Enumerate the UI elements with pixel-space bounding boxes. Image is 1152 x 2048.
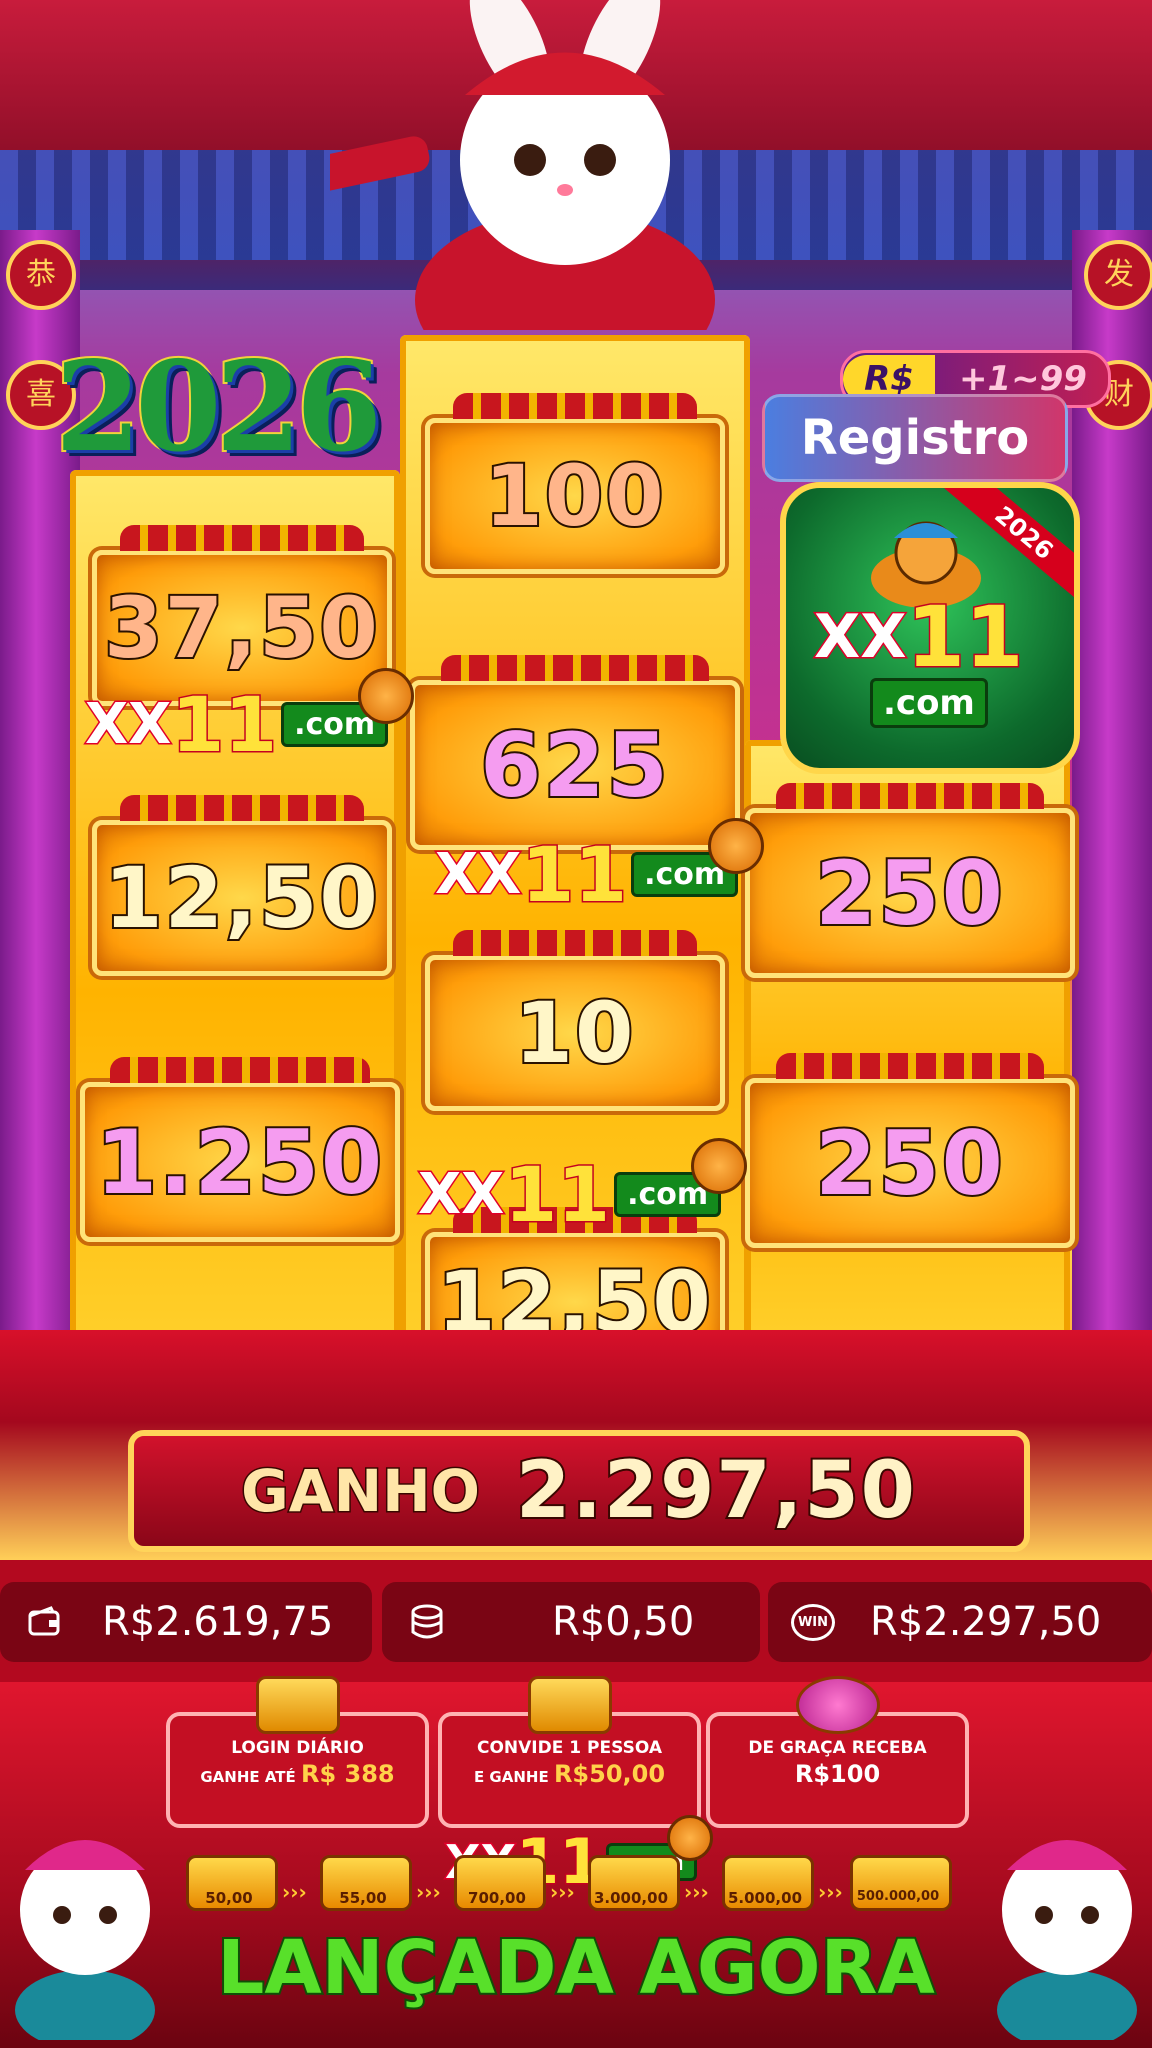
chevron-right-icon: ››› bbox=[684, 1880, 709, 1904]
promo-free[interactable]: DE GRAÇA RECEBA R$100 bbox=[706, 1676, 969, 1828]
reel-symbol: 250 bbox=[745, 1053, 1075, 1248]
promo-subtitle: GANHE ATÉ R$ 388 bbox=[200, 1760, 395, 1788]
watermark-logo: XX 11 .com bbox=[83, 667, 415, 771]
watermark-xx: XX bbox=[83, 691, 172, 759]
win-display: WIN R$2.297,50 bbox=[768, 1582, 1152, 1662]
symbol-value: 10 bbox=[513, 982, 636, 1084]
reel-symbol: 100 bbox=[425, 393, 725, 574]
symbol-value: 625 bbox=[478, 712, 670, 819]
brand-tld: .com bbox=[870, 678, 988, 728]
promo-subtitle: E GANHE R$50,00 bbox=[473, 1760, 666, 1788]
promo-amount: R$ 388 bbox=[301, 1760, 395, 1788]
game-scene: 恭 喜 发 财 37,50 12,50 1.250 100 625 10 12,… bbox=[0, 0, 1152, 1560]
reward-chest[interactable]: 500.000,00 bbox=[850, 1855, 952, 1921]
promo-invite[interactable]: CONVIDE 1 PESSOA E GANHE R$50,00 bbox=[438, 1676, 701, 1828]
watermark-xx: XX bbox=[433, 841, 522, 909]
tiger-icon bbox=[667, 1814, 714, 1861]
register-button[interactable]: Registro bbox=[762, 394, 1068, 482]
rabbit-mascot-icon bbox=[330, 0, 715, 330]
prize-wheel-icon bbox=[795, 1676, 880, 1734]
chevron-right-icon: ››› bbox=[282, 1880, 307, 1904]
reel-symbol: 625 bbox=[410, 655, 740, 850]
reel-symbol: 1.250 bbox=[80, 1057, 400, 1242]
win-amount: 2.297,50 bbox=[514, 1444, 917, 1538]
watermark-xx: XX bbox=[416, 1161, 505, 1229]
balance-value: R$2.619,75 bbox=[102, 1599, 334, 1645]
reward-chest[interactable]: 3.000,00 bbox=[588, 1855, 680, 1921]
promo-amount: R$100 bbox=[794, 1760, 881, 1788]
reward-chest[interactable]: 5.000,00 bbox=[722, 1855, 814, 1921]
left-lantern-icon: 恭 bbox=[6, 240, 76, 310]
reel-symbol: 10 bbox=[425, 930, 725, 1111]
promo-amount: R$50,00 bbox=[553, 1760, 666, 1788]
chest-amount: 50,00 bbox=[205, 1889, 253, 1907]
symbol-value: 250 bbox=[813, 1110, 1005, 1217]
chest-amount: 3.000,00 bbox=[593, 1889, 669, 1907]
bet-display[interactable]: R$0,50 bbox=[382, 1582, 760, 1662]
chevron-right-icon: ››› bbox=[818, 1880, 843, 1904]
symbol-value: 37,50 bbox=[102, 577, 380, 679]
register-promo[interactable]: R$ +1~99 Registro bbox=[762, 350, 1111, 482]
wallet-icon bbox=[24, 1601, 66, 1643]
coins-icon bbox=[406, 1601, 448, 1643]
app-brand: XX 11 bbox=[813, 587, 1025, 688]
year-badge: 2026 bbox=[53, 333, 384, 482]
win-label: GANHO bbox=[240, 1456, 482, 1527]
symbol-value: 12,50 bbox=[102, 847, 380, 949]
promo-subtitle: R$100 bbox=[710, 1760, 965, 1788]
reel-symbol: 12,50 bbox=[92, 795, 392, 976]
watermark-number: 11 bbox=[520, 829, 629, 921]
brand-number: 11 bbox=[905, 587, 1025, 688]
tiger-icon bbox=[708, 817, 765, 874]
launch-banner: LANÇADA AGORA bbox=[215, 1923, 937, 2013]
chest-amount: 700,00 bbox=[468, 1889, 526, 1907]
chevron-right-icon: ››› bbox=[416, 1880, 441, 1904]
chevron-right-icon: ››› bbox=[550, 1880, 575, 1904]
treasure-chest-icon bbox=[527, 1676, 612, 1734]
promo-title: CONVIDE 1 PESSOA bbox=[477, 1738, 662, 1758]
right-lantern-icon: 发 bbox=[1084, 240, 1152, 310]
win-banner: GANHO 2.297,50 bbox=[128, 1430, 1030, 1552]
symbol-value: 100 bbox=[482, 445, 666, 547]
watermark-logo: XX 11 .com bbox=[416, 1137, 748, 1241]
bet-value: R$0,50 bbox=[552, 1599, 695, 1645]
app-brand-tld-wrap: .com bbox=[866, 678, 988, 728]
symbol-value: 1.250 bbox=[94, 1109, 385, 1216]
chest-amount: 55,00 bbox=[339, 1889, 387, 1907]
watermark-logo: XX 11 .com bbox=[433, 817, 765, 921]
gift-box-icon bbox=[255, 1676, 340, 1734]
reward-chest[interactable]: 700,00 bbox=[454, 1855, 546, 1921]
promo-title: LOGIN DIÁRIO bbox=[231, 1738, 364, 1758]
balance-display: R$2.619,75 bbox=[0, 1582, 372, 1662]
chest-amount: 500.000,00 bbox=[856, 1889, 940, 1904]
brand-xx: XX bbox=[813, 601, 909, 674]
tiger-icon bbox=[358, 667, 415, 724]
reel-symbol: 250 bbox=[745, 783, 1075, 978]
win-total-value: R$2.297,50 bbox=[870, 1599, 1102, 1645]
reward-chest[interactable]: 55,00 bbox=[320, 1855, 412, 1921]
promo-title: DE GRAÇA RECEBA bbox=[748, 1738, 927, 1758]
promo-daily-login[interactable]: LOGIN DIÁRIO GANHE ATÉ R$ 388 bbox=[166, 1676, 429, 1828]
watermark-number: 11 bbox=[170, 679, 279, 771]
app-icon[interactable]: 2026 XX 11 .com bbox=[780, 482, 1080, 774]
symbol-value: 250 bbox=[813, 840, 1005, 947]
tiger-icon bbox=[691, 1137, 748, 1194]
chest-amount: 5.000,00 bbox=[727, 1889, 803, 1907]
win-icon: WIN bbox=[790, 1601, 836, 1643]
watermark-number: 11 bbox=[503, 1149, 612, 1241]
reward-chest[interactable]: 50,00 bbox=[186, 1855, 278, 1921]
